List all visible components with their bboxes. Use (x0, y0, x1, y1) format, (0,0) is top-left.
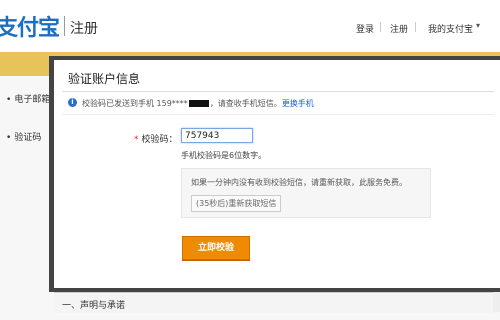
bg-item-email: • 电子邮箱 (6, 92, 50, 105)
change-phone-link[interactable]: 更换手机 (282, 99, 314, 108)
sms-sent-suffix: ，请查收手机短信。 (209, 99, 282, 108)
bg-item-label: 验证码 (14, 133, 42, 143)
declaration-section: 一、声明与承诺 (54, 292, 494, 313)
bg-item-captcha: • 验证码 (6, 130, 41, 143)
alipay-logo[interactable]: 支付宝 (0, 10, 60, 42)
resend-notice-text: 如果一分钟内没有收到校验短信，请重新获取，此服务免费。 (191, 178, 407, 187)
masked-phone-digits (188, 100, 209, 107)
code-field-label: * 校验码： (134, 132, 178, 145)
declaration-title: 一、声明与承诺 (62, 301, 126, 311)
info-icon: i (68, 98, 77, 107)
chevron-down-icon[interactable]: ▾ (476, 21, 480, 30)
code-hint: 手机校验码是6位数字。 (181, 151, 267, 160)
nav-my-alipay-link[interactable]: 我的支付宝 (428, 22, 473, 35)
bg-item-label: 电子邮箱 (14, 95, 51, 105)
sms-sent-prefix: 校验码已发送到手机 159**** (82, 99, 188, 108)
dialog-title-divider (62, 91, 494, 92)
bullet-icon: • (6, 133, 12, 143)
dialog-divider (62, 114, 494, 115)
verification-code-input[interactable] (181, 128, 253, 143)
page-title: 注册 (70, 21, 98, 37)
site-header: 支付宝 注册 登录 注册 我的支付宝 ▾ (0, 0, 500, 52)
resend-notice-box: 如果一分钟内没有收到校验短信，请重新获取，此服务免费。 (35秒后)重新获取短信 (181, 168, 431, 218)
logo-divider (64, 16, 65, 36)
resend-sms-button[interactable]: (35秒后)重新获取短信 (191, 195, 282, 212)
required-mark: * (134, 135, 139, 145)
code-field-label-text: 校验码： (141, 135, 178, 145)
nav-login-link[interactable]: 登录 (356, 22, 374, 35)
sms-sent-message: 校验码已发送到手机 159**** ，请查收手机短信。更换手机 (82, 98, 314, 109)
dialog-title: 验证账户信息 (68, 72, 141, 86)
verify-now-button[interactable]: 立即校验 (182, 236, 250, 260)
verify-account-dialog: 验证账户信息 i 校验码已发送到手机 159**** ，请查收手机短信。更换手机 … (54, 60, 500, 288)
nav-divider (380, 22, 381, 32)
bullet-icon: • (6, 95, 12, 105)
nav-divider (415, 22, 416, 32)
nav-register-link[interactable]: 注册 (390, 22, 408, 35)
